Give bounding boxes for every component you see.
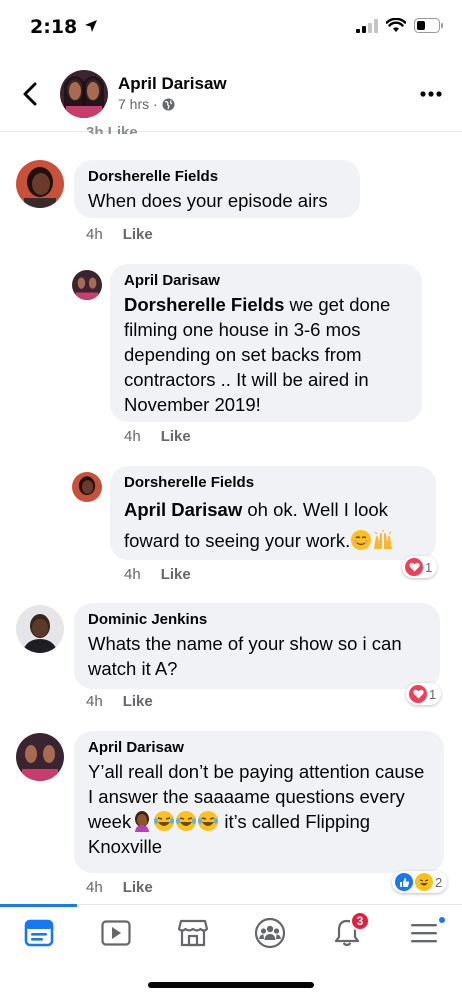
like-button[interactable]: Like bbox=[123, 879, 153, 896]
comment: Dominic Jenkins Whats the name of your s… bbox=[0, 603, 462, 721]
active-tab-indicator bbox=[0, 904, 77, 907]
comment-actions: 4h Like bbox=[86, 693, 153, 710]
comment-text: Y’all reall don’t be paying attention ca… bbox=[88, 759, 430, 859]
comment-time: 4h bbox=[86, 879, 103, 896]
tab-watch[interactable] bbox=[77, 905, 154, 961]
commenter-avatar[interactable] bbox=[72, 270, 102, 300]
comment-bubble[interactable]: April Darisaw Y’all reall don’t be payin… bbox=[74, 731, 444, 873]
news-feed-icon bbox=[24, 919, 53, 947]
location-arrow-icon bbox=[84, 20, 97, 32]
tears-of-joy-emoji-icon bbox=[154, 811, 175, 831]
tab-news-feed[interactable] bbox=[0, 904, 77, 961]
tears-of-joy-emoji-icon bbox=[176, 811, 197, 831]
post-author-name[interactable]: April Darisaw bbox=[118, 74, 227, 94]
like-button[interactable]: Like bbox=[123, 226, 153, 243]
globe-icon bbox=[162, 98, 175, 110]
wifi-icon bbox=[386, 18, 406, 32]
tears-of-joy-emoji-icon bbox=[198, 811, 219, 831]
relieved-face-emoji-icon bbox=[351, 530, 372, 550]
comment-bubble[interactable]: Dominic Jenkins Whats the name of your s… bbox=[74, 603, 440, 689]
dorsherelle-avatar-image bbox=[72, 472, 102, 502]
post-meta: 7 hrs · bbox=[118, 96, 175, 112]
tab-menu[interactable] bbox=[385, 905, 462, 961]
status-bar: 2:18 bbox=[0, 0, 462, 56]
comment-time: 4h bbox=[86, 693, 103, 710]
commenter-name[interactable]: April Darisaw bbox=[124, 272, 408, 289]
love-reaction-icon bbox=[405, 558, 423, 576]
marketplace-shop-icon bbox=[177, 919, 208, 947]
tab-notifications[interactable]: 3 bbox=[308, 905, 385, 961]
dorsherelle-avatar-image bbox=[16, 160, 64, 208]
status-icons bbox=[356, 18, 444, 33]
comment-text: When does your episode airs bbox=[88, 190, 328, 211]
mention-link[interactable]: Dorsherelle Fields bbox=[124, 294, 284, 315]
comment-time: 4h bbox=[124, 566, 141, 583]
home-indicator bbox=[148, 982, 314, 988]
battery-icon bbox=[414, 18, 443, 33]
reaction-count: 1 bbox=[425, 559, 433, 575]
comment-text: Whats the name of your show so i can wat… bbox=[88, 633, 402, 679]
comment-actions: 4h Like bbox=[86, 879, 153, 896]
comment-bubble[interactable]: Dorsherelle Fields April Darisaw oh ok. … bbox=[110, 466, 436, 560]
tab-marketplace[interactable] bbox=[154, 905, 231, 961]
comment-bubble[interactable]: Dorsherelle Fields When does your episod… bbox=[74, 160, 360, 218]
reaction-summary[interactable]: 2 bbox=[392, 871, 448, 893]
comment-actions: 4h Like bbox=[124, 428, 191, 445]
chevron-left-icon bbox=[23, 82, 37, 106]
tab-groups[interactable] bbox=[231, 905, 308, 961]
commenter-name[interactable]: Dominic Jenkins bbox=[88, 611, 426, 628]
menu-dot-badge bbox=[437, 915, 447, 925]
reaction-summary[interactable]: 1 bbox=[402, 556, 438, 578]
reaction-count: 1 bbox=[429, 686, 437, 702]
commenter-name[interactable]: April Darisaw bbox=[88, 739, 430, 756]
raising-hands-emoji-icon bbox=[374, 530, 393, 549]
post-header: April Darisaw 7 hrs · bbox=[0, 58, 462, 132]
commenter-avatar[interactable] bbox=[72, 472, 102, 502]
april-avatar-image bbox=[72, 270, 102, 300]
reply-comment: April Darisaw Dorsherelle Fields we get … bbox=[0, 264, 462, 454]
april-avatar-image bbox=[60, 70, 108, 118]
post-time: 7 hrs · bbox=[118, 96, 158, 112]
comment: April Darisaw Y’all reall don’t be payin… bbox=[0, 731, 462, 901]
like-button[interactable]: Like bbox=[123, 693, 153, 710]
commenter-avatar[interactable] bbox=[16, 605, 64, 653]
comment-actions: 4h Like bbox=[86, 226, 153, 243]
more-options-button[interactable] bbox=[416, 84, 446, 104]
haha-reaction-icon bbox=[415, 873, 433, 891]
previous-comment-actions: 3h Like bbox=[86, 124, 138, 134]
watch-video-icon bbox=[100, 920, 131, 946]
back-button[interactable] bbox=[16, 80, 44, 108]
reply-comment: Dorsherelle Fields April Darisaw oh ok. … bbox=[0, 466, 462, 590]
notification-badge: 3 bbox=[350, 911, 370, 931]
commenter-name[interactable]: Dorsherelle Fields bbox=[88, 168, 346, 185]
love-reaction-icon bbox=[409, 685, 427, 703]
mention-link[interactable]: April Darisaw bbox=[124, 499, 242, 520]
more-dots-icon bbox=[420, 91, 442, 97]
comment-bubble[interactable]: April Darisaw Dorsherelle Fields we get … bbox=[110, 264, 422, 422]
comment-text: April Darisaw oh ok. Well I look foward … bbox=[124, 494, 422, 556]
comment-text: Dorsherelle Fields we get done filming o… bbox=[124, 292, 408, 417]
status-time: 2:18 bbox=[30, 16, 98, 38]
like-button[interactable]: Like bbox=[161, 428, 191, 445]
woman-facepalming-emoji-icon bbox=[135, 811, 150, 832]
like-reaction-icon bbox=[395, 873, 413, 891]
dominic-avatar-image bbox=[16, 605, 64, 653]
clock-text: 2:18 bbox=[30, 16, 78, 38]
like-button[interactable]: Like bbox=[161, 566, 191, 583]
commenter-name[interactable]: Dorsherelle Fields bbox=[124, 474, 422, 491]
comment-time: 4h bbox=[124, 428, 141, 445]
comment-time: 4h bbox=[86, 226, 103, 243]
comment-actions: 4h Like bbox=[124, 566, 191, 583]
reaction-count: 2 bbox=[435, 874, 443, 890]
april-avatar-image bbox=[16, 733, 64, 781]
reaction-summary[interactable]: 1 bbox=[406, 683, 442, 705]
groups-icon bbox=[254, 917, 285, 949]
commenter-avatar[interactable] bbox=[16, 733, 64, 781]
hamburger-menu-icon bbox=[410, 924, 437, 943]
header-avatar[interactable] bbox=[60, 70, 108, 118]
signal-icon bbox=[356, 18, 378, 33]
comment: Dorsherelle Fields When does your episod… bbox=[0, 158, 462, 248]
commenter-avatar[interactable] bbox=[16, 160, 64, 208]
